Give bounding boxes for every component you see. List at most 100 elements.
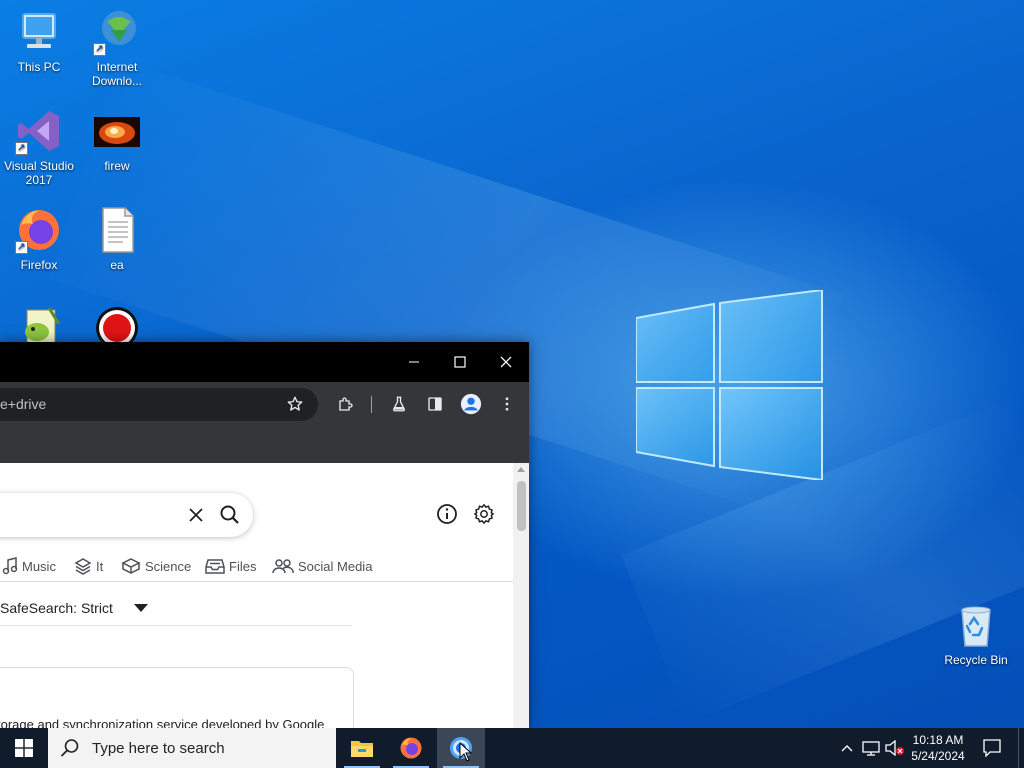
- toolbar-separator: [371, 396, 372, 413]
- desktop-icon-label: Visual Studio 2017: [4, 159, 74, 187]
- show-hidden-icons-button[interactable]: [838, 728, 856, 768]
- browser-title-bar[interactable]: [0, 342, 529, 382]
- desktop-icon-label: firew: [104, 159, 130, 173]
- search-icon[interactable]: [220, 505, 240, 525]
- extensions-button[interactable]: [334, 392, 358, 416]
- safesearch-label: SafeSearch: Strict: [0, 600, 113, 616]
- taskbar-app-firefox[interactable]: [387, 728, 435, 768]
- desktop-icon-firefox[interactable]: ↗ Firefox: [0, 206, 78, 272]
- address-bar[interactable]: e+drive: [0, 388, 318, 421]
- info-icon[interactable]: [436, 503, 458, 525]
- desktop-icon-visual-studio[interactable]: ↗ Visual Studio 2017: [0, 107, 78, 187]
- desktop-icon-label: Internet Downlo...: [91, 60, 143, 88]
- address-text: e+drive: [0, 396, 47, 412]
- shortcut-arrow-icon: ↗: [15, 241, 28, 254]
- side-panel-icon: [428, 397, 442, 411]
- desktop-icon-this-pc[interactable]: This PC: [0, 8, 78, 74]
- mouse-cursor-icon: [459, 742, 473, 762]
- side-panel-button[interactable]: [423, 392, 447, 416]
- search-input[interactable]: [0, 493, 253, 537]
- page-scrollbar[interactable]: [513, 463, 529, 728]
- taskbar-search-placeholder: Type here to search: [92, 739, 225, 757]
- inbox-icon: [205, 559, 225, 574]
- more-vertical-icon: [505, 397, 509, 411]
- chevron-down-icon[interactable]: [134, 604, 148, 612]
- maximize-icon: [454, 356, 466, 368]
- minimize-button[interactable]: [391, 342, 437, 382]
- folder-icon: [351, 741, 373, 757]
- image-file-icon: [93, 107, 141, 155]
- shortcut-arrow-icon: ↗: [93, 43, 106, 56]
- taskbar-search-box[interactable]: Type here to search: [48, 728, 336, 768]
- desktop-icon-ea[interactable]: ea: [78, 206, 156, 272]
- browser-window: e+drive Music It Science Files Social Me…: [0, 342, 529, 728]
- clock-date: 5/24/2024: [911, 749, 965, 763]
- chevron-up-icon: [841, 745, 853, 752]
- windows-logo-wallpaper: [636, 290, 823, 480]
- internet-download-manager-icon: ↗: [93, 8, 141, 56]
- category-label: Social Media: [298, 558, 373, 574]
- category-it[interactable]: It: [74, 554, 103, 578]
- taskbar: Type here to search 10:18 AM 5/24/2024: [0, 728, 1024, 768]
- network-button[interactable]: [860, 728, 882, 768]
- settings-gear-icon[interactable]: [473, 503, 495, 525]
- clear-icon[interactable]: [188, 507, 204, 523]
- volume-muted-icon: [885, 740, 904, 756]
- browser-toolbar: e+drive: [0, 382, 529, 427]
- computer-icon: [15, 8, 63, 56]
- profile-button[interactable]: [459, 392, 483, 416]
- category-science[interactable]: Science: [121, 554, 191, 578]
- scrollbar-thumb[interactable]: [517, 481, 526, 531]
- search-icon: [60, 739, 79, 757]
- notification-icon: [983, 739, 1001, 757]
- result-snippet: torage and synchronization service devel…: [0, 717, 325, 728]
- windows-start-icon: [15, 739, 33, 757]
- labs-button[interactable]: [387, 392, 411, 416]
- desktop-icon-label: Recycle Bin: [944, 653, 1008, 667]
- network-icon: [862, 741, 880, 756]
- taskbar-app-file-explorer[interactable]: [338, 728, 386, 768]
- menu-button[interactable]: [495, 392, 519, 416]
- desktop-icon-recycle-bin[interactable]: Recycle Bin: [940, 602, 1012, 667]
- desktop-icon-label: This PC: [17, 60, 61, 74]
- firefox-icon: ↗: [15, 206, 63, 254]
- safesearch-dropdown[interactable]: SafeSearch: Strict: [0, 600, 113, 616]
- action-center-button[interactable]: [978, 728, 1006, 768]
- category-label: Files: [229, 558, 257, 574]
- start-button[interactable]: [0, 728, 48, 768]
- bookmarks-bar: [0, 427, 529, 463]
- desktop-icon-firew[interactable]: firew: [78, 107, 156, 173]
- show-desktop-button[interactable]: [1018, 728, 1024, 768]
- star-icon: [287, 396, 303, 411]
- visual-studio-icon: ↗: [15, 107, 63, 155]
- category-divider: [0, 581, 513, 582]
- volume-button[interactable]: [884, 728, 906, 768]
- flask-icon: [393, 396, 405, 412]
- category-files[interactable]: Files: [205, 554, 256, 578]
- layers-icon: [74, 558, 92, 575]
- box-icon: [121, 558, 141, 574]
- category-label: Science: [145, 558, 192, 574]
- recycle-bin-icon: [961, 606, 991, 647]
- minimize-icon: [409, 361, 419, 363]
- avatar-icon: [460, 393, 482, 415]
- scroll-up-arrow-icon[interactable]: [517, 467, 525, 472]
- category-social-media[interactable]: Social Media: [272, 554, 372, 578]
- close-button[interactable]: [483, 342, 529, 382]
- maximize-button[interactable]: [437, 342, 483, 382]
- desktop-icon-label: Firefox: [20, 258, 58, 272]
- clock-time: 10:18 AM: [912, 733, 964, 747]
- filter-divider: [0, 625, 352, 626]
- firefox-icon: [400, 737, 422, 759]
- category-label: It: [96, 558, 104, 574]
- people-icon: [272, 559, 294, 574]
- system-clock[interactable]: 10:18 AM 5/24/2024: [906, 732, 970, 764]
- web-page-content: Music It Science Files Social Media Safe…: [0, 463, 529, 728]
- category-music[interactable]: Music: [2, 554, 56, 578]
- category-label: Music: [22, 558, 56, 574]
- desktop-icon-internet-download-manager[interactable]: ↗ Internet Downlo...: [78, 8, 156, 88]
- shortcut-arrow-icon: ↗: [15, 142, 28, 155]
- taskbar-app-chrome[interactable]: [437, 728, 485, 768]
- text-file-icon: [93, 206, 141, 254]
- bookmark-star-button[interactable]: [283, 392, 307, 416]
